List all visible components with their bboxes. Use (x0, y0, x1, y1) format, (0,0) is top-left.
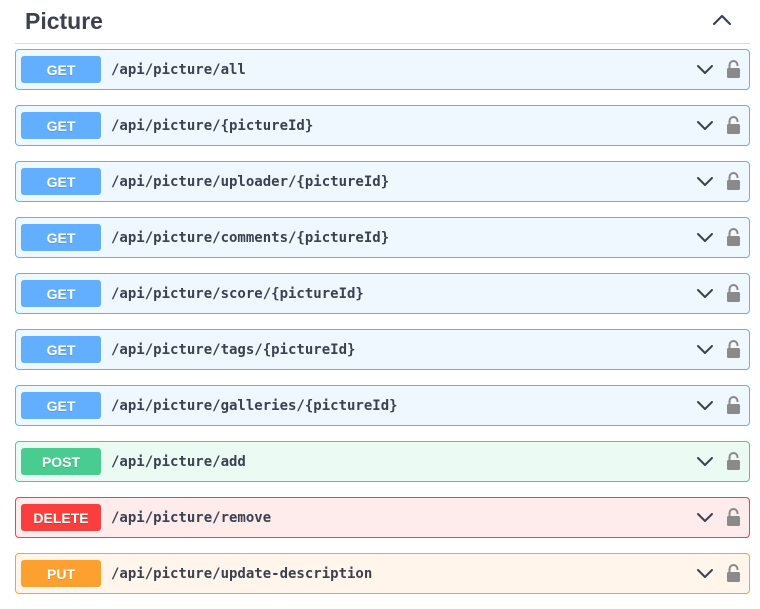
unlocked-padlock-icon (726, 508, 740, 526)
chevron-down-icon (697, 401, 713, 410)
authorize-button[interactable] (725, 172, 741, 192)
unlocked-padlock-icon (726, 284, 740, 302)
chevron-down-icon (697, 289, 713, 298)
method-badge: POST (21, 448, 101, 475)
operation-path: /api/picture/uploader/{pictureId} (111, 173, 390, 190)
operation-path: /api/picture/score/{pictureId} (111, 285, 364, 302)
operation-row-get[interactable]: GET/api/picture/galleries/{pictureId} (15, 385, 750, 426)
method-badge: GET (21, 280, 101, 307)
operation-path: /api/picture/comments/{pictureId} (111, 229, 390, 246)
operation-row-get[interactable]: GET/api/picture/score/{pictureId} (15, 273, 750, 314)
unlocked-padlock-icon (726, 340, 740, 358)
operation-path: /api/picture/all (111, 61, 246, 78)
method-badge: GET (21, 336, 101, 363)
chevron-down-icon (697, 345, 713, 354)
unlocked-padlock-icon (726, 564, 740, 582)
expand-operation-button[interactable] (695, 508, 715, 528)
operation-row-post[interactable]: POST/api/picture/add (15, 441, 750, 482)
method-badge: GET (21, 224, 101, 251)
unlocked-padlock-icon (726, 60, 740, 78)
unlocked-padlock-icon (726, 172, 740, 190)
section-title: Picture (25, 8, 103, 34)
collapse-button[interactable] (708, 6, 736, 34)
operation-row-get[interactable]: GET/api/picture/{pictureId} (15, 105, 750, 146)
operation-path: /api/picture/update-description (111, 565, 373, 582)
operation-row-get[interactable]: GET/api/picture/uploader/{pictureId} (15, 161, 750, 202)
authorize-button[interactable] (725, 508, 741, 528)
operation-path: /api/picture/add (111, 453, 246, 470)
tag-section-header[interactable]: Picture (15, 0, 750, 44)
method-badge: GET (21, 392, 101, 419)
operation-path: /api/picture/remove (111, 509, 272, 526)
authorize-button[interactable] (725, 116, 741, 136)
method-badge: GET (21, 168, 101, 195)
expand-operation-button[interactable] (695, 228, 715, 248)
expand-operation-button[interactable] (695, 60, 715, 80)
unlocked-padlock-icon (726, 452, 740, 470)
authorize-button[interactable] (725, 396, 741, 416)
authorize-button[interactable] (725, 564, 741, 584)
operation-row-get[interactable]: GET/api/picture/tags/{pictureId} (15, 329, 750, 370)
unlocked-padlock-icon (726, 228, 740, 246)
method-badge: PUT (21, 560, 101, 587)
method-badge: GET (21, 56, 101, 83)
chevron-down-icon (697, 569, 713, 578)
authorize-button[interactable] (725, 228, 741, 248)
chevron-down-icon (697, 177, 713, 186)
operation-row-get[interactable]: GET/api/picture/comments/{pictureId} (15, 217, 750, 258)
operation-row-put[interactable]: PUT/api/picture/update-description (15, 553, 750, 594)
expand-operation-button[interactable] (695, 564, 715, 584)
chevron-down-icon (697, 457, 713, 466)
unlocked-padlock-icon (726, 116, 740, 134)
expand-operation-button[interactable] (695, 452, 715, 472)
operation-path: /api/picture/{pictureId} (111, 117, 314, 134)
authorize-button[interactable] (725, 340, 741, 360)
expand-operation-button[interactable] (695, 396, 715, 416)
authorize-button[interactable] (725, 60, 741, 80)
operation-path: /api/picture/galleries/{pictureId} (111, 397, 398, 414)
expand-operation-button[interactable] (695, 116, 715, 136)
method-badge: DELETE (21, 504, 101, 531)
chevron-up-icon (712, 14, 732, 26)
chevron-down-icon (697, 233, 713, 242)
chevron-down-icon (697, 513, 713, 522)
authorize-button[interactable] (725, 452, 741, 472)
expand-operation-button[interactable] (695, 284, 715, 304)
operation-path: /api/picture/tags/{pictureId} (111, 341, 356, 358)
method-badge: GET (21, 112, 101, 139)
unlocked-padlock-icon (726, 396, 740, 414)
chevron-down-icon (697, 121, 713, 130)
expand-operation-button[interactable] (695, 172, 715, 192)
chevron-down-icon (697, 65, 713, 74)
operation-row-get[interactable]: GET/api/picture/all (15, 49, 750, 90)
authorize-button[interactable] (725, 284, 741, 304)
operation-row-delete[interactable]: DELETE/api/picture/remove (15, 497, 750, 538)
expand-operation-button[interactable] (695, 340, 715, 360)
